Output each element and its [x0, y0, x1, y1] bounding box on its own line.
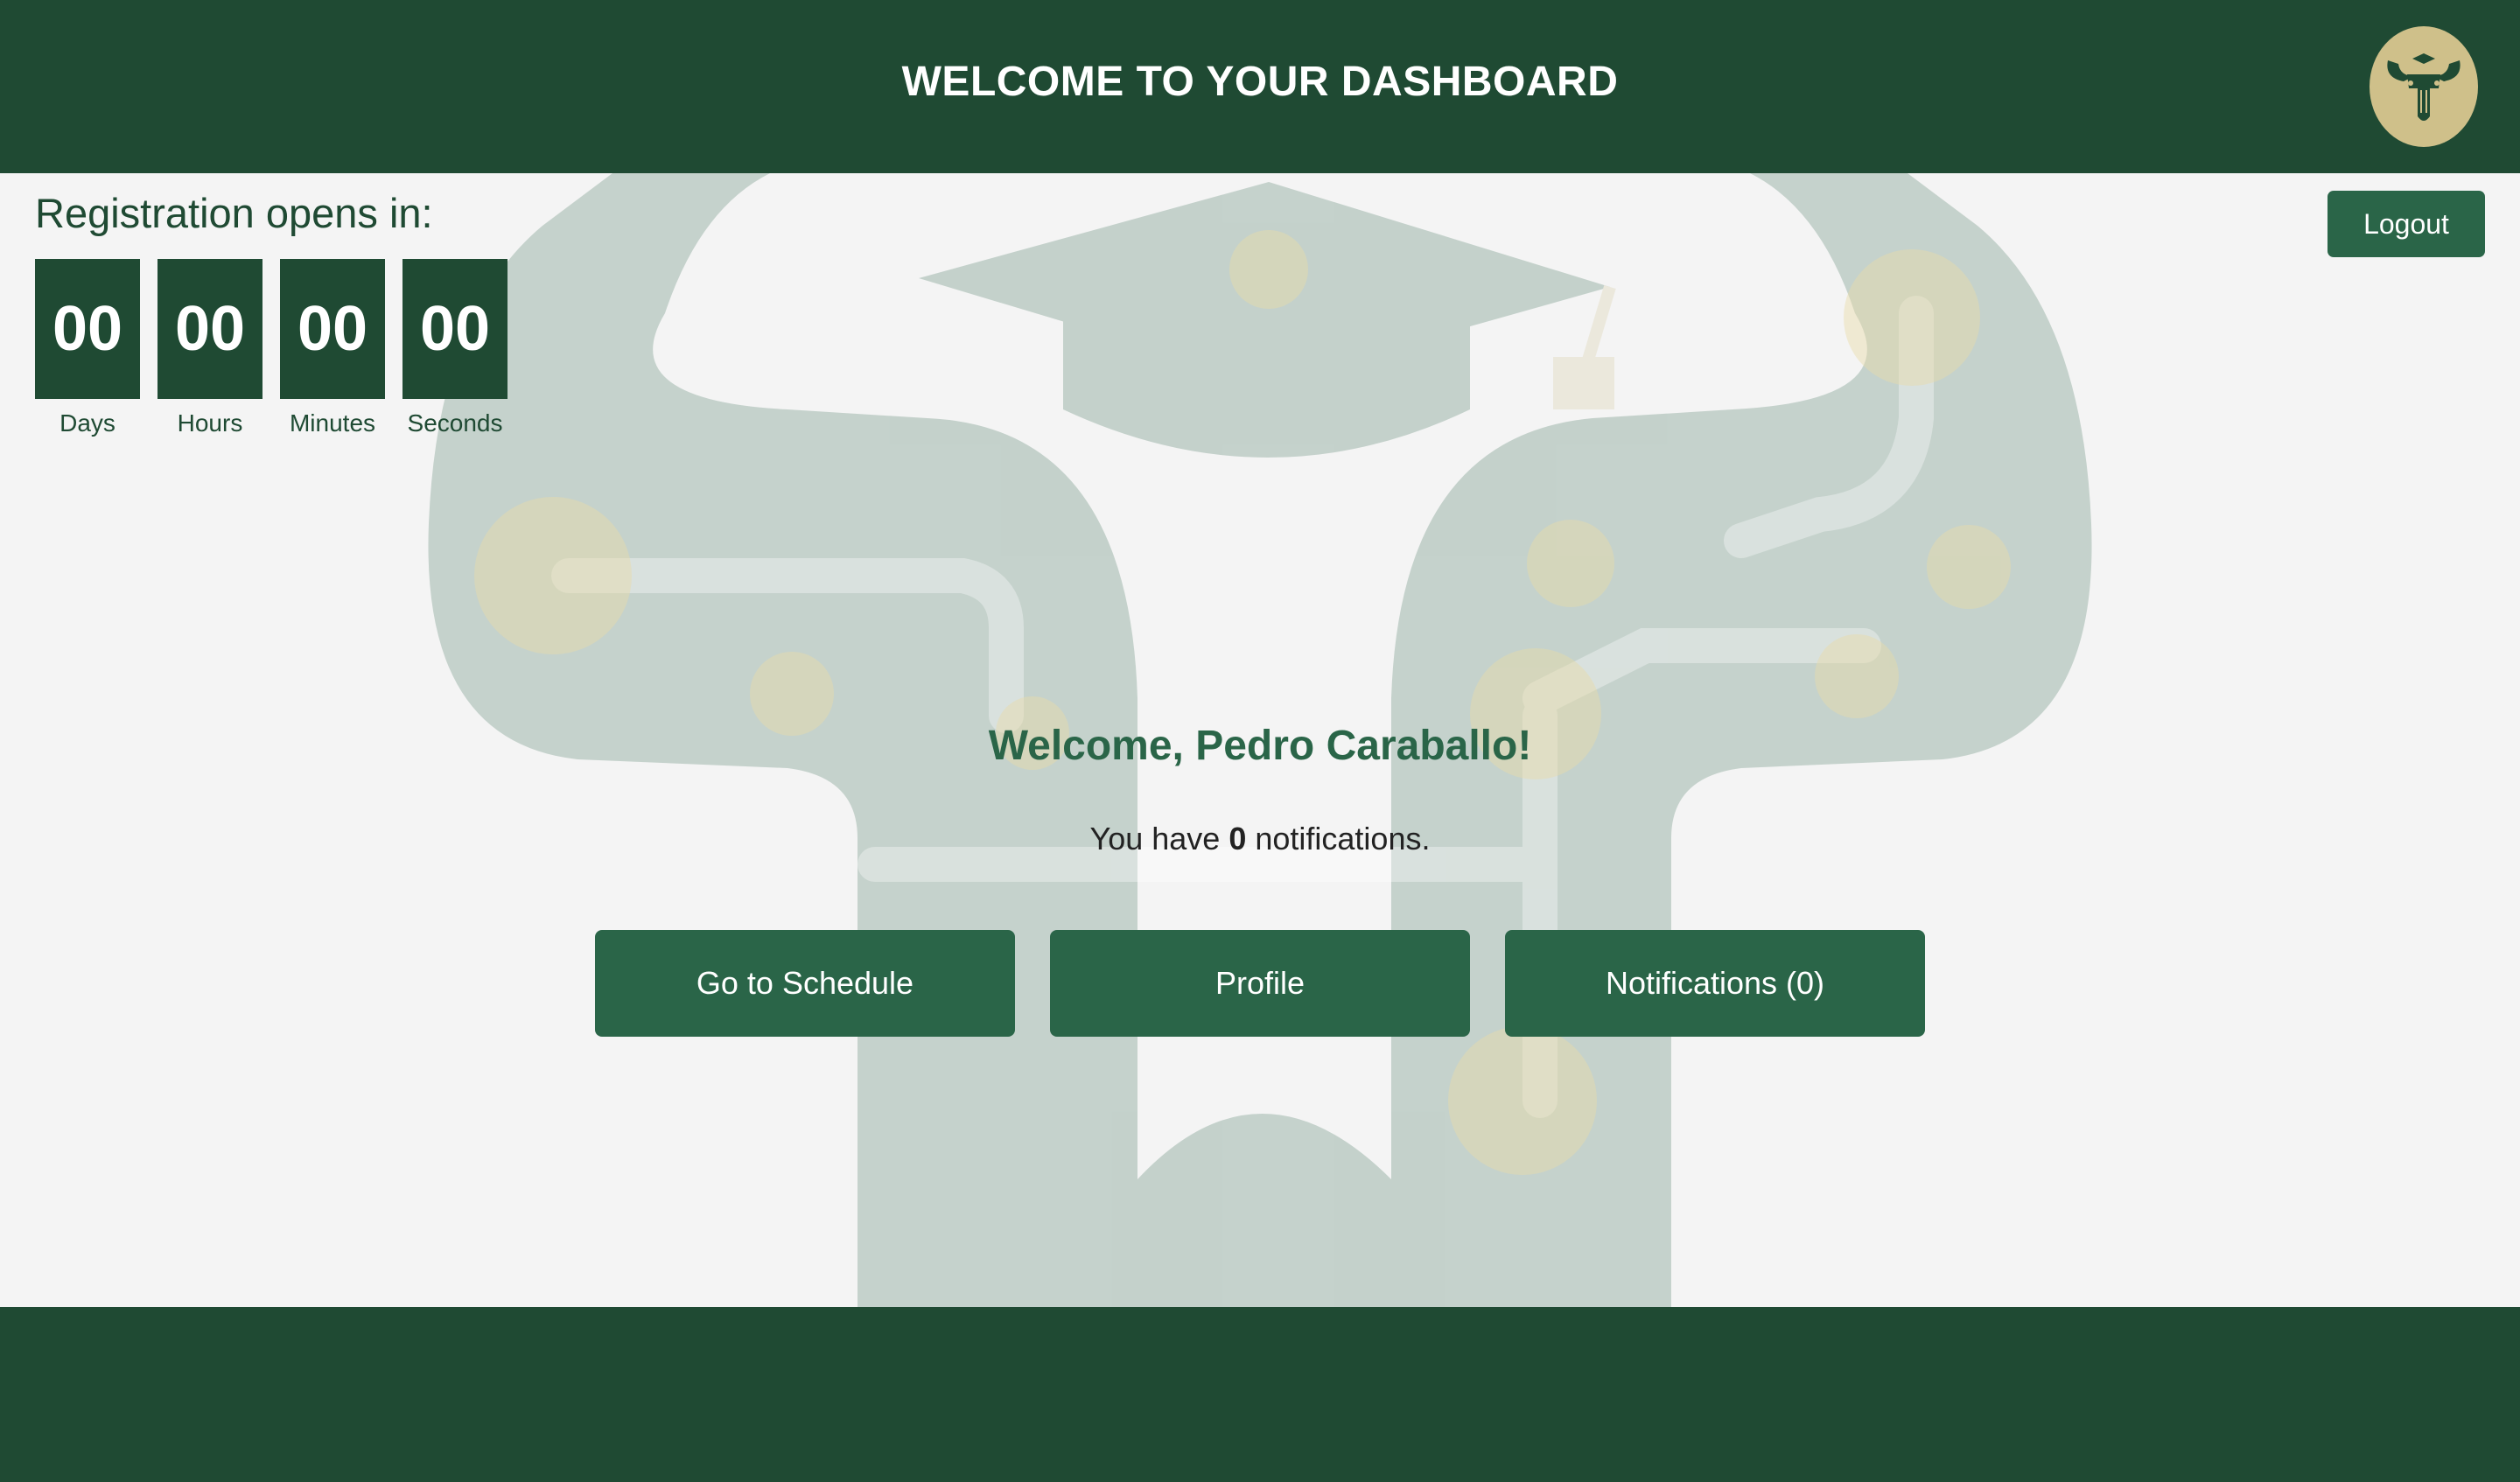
- welcome-heading: Welcome, Pedro Caraballo!: [988, 723, 1532, 769]
- header-bar: WELCOME TO YOUR DASHBOARD: [0, 0, 2520, 173]
- footer-bar: [0, 1307, 2520, 1482]
- notifications-button[interactable]: Notifications (0): [1505, 930, 1925, 1037]
- go-to-schedule-button[interactable]: Go to Schedule: [595, 930, 1015, 1037]
- registration-countdown-title: Registration opens in:: [35, 190, 433, 236]
- bull-circuit-logo-icon: [2370, 26, 2478, 147]
- countdown-seconds-value: 00: [402, 259, 508, 399]
- countdown-days-value: 00: [35, 259, 140, 399]
- notification-summary-prefix: You have: [1089, 821, 1229, 856]
- countdown-seconds: 00 Seconds: [402, 259, 508, 437]
- notification-count: 0: [1228, 821, 1247, 856]
- dashboard-page: WELCOME TO YOUR DASHBOARD Registration o…: [0, 0, 2520, 1482]
- logout-button[interactable]: Logout: [2328, 191, 2485, 257]
- action-buttons: Go to Schedule Profile Notifications (0): [595, 930, 1925, 1037]
- main-content: Registration opens in: 00 Days 00 Hours …: [0, 173, 2520, 1307]
- countdown-hours: 00 Hours: [158, 259, 262, 437]
- countdown-days-label: Days: [60, 409, 116, 437]
- countdown-minutes-value: 00: [280, 259, 385, 399]
- countdown-timer: 00 Days 00 Hours 00 Minutes 00 Seconds: [35, 259, 508, 437]
- profile-button[interactable]: Profile: [1050, 930, 1470, 1037]
- countdown-hours-value: 00: [158, 259, 262, 399]
- countdown-minutes-label: Minutes: [289, 409, 376, 437]
- countdown-hours-label: Hours: [177, 409, 243, 437]
- page-title: WELCOME TO YOUR DASHBOARD: [901, 59, 1619, 105]
- countdown-minutes: 00 Minutes: [280, 259, 385, 437]
- countdown-seconds-label: Seconds: [407, 409, 503, 437]
- notification-summary: You have 0 notifications.: [0, 821, 2520, 857]
- notification-summary-suffix: notifications.: [1246, 821, 1431, 856]
- countdown-days: 00 Days: [35, 259, 140, 437]
